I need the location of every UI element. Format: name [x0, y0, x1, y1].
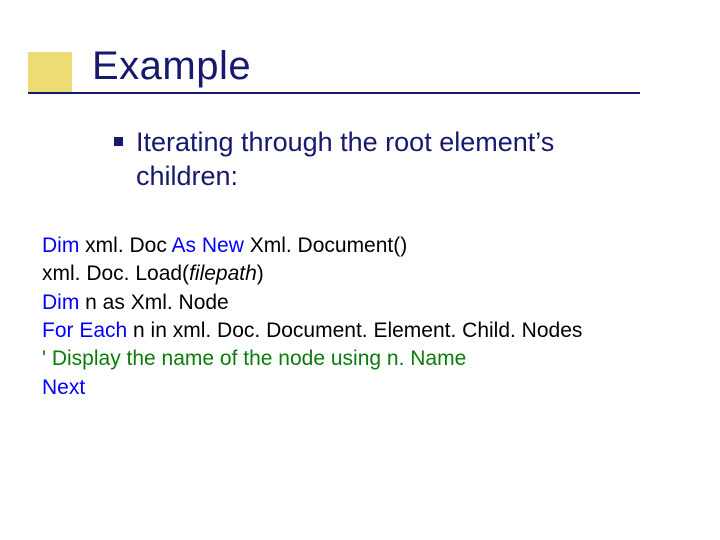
keyword: Next — [42, 376, 85, 399]
keyword: As New — [172, 234, 244, 257]
code-line-3: Dim n as Xml. Node — [42, 289, 672, 317]
code-text: xml. Doc — [79, 234, 171, 257]
code-comment: ' Display the name of the node using n. … — [42, 347, 466, 370]
title-underline — [28, 92, 640, 94]
keyword: Dim — [42, 234, 79, 257]
code-text: n in xml. Doc. Document. Element. Child.… — [127, 319, 582, 342]
keyword: For Each — [42, 319, 127, 342]
bullet-text: Iterating through the root element’s chi… — [136, 126, 656, 194]
code-block: Dim xml. Doc As New Xml. Document() xml.… — [42, 232, 672, 402]
bullet-item: Iterating through the root element’s chi… — [136, 126, 656, 194]
code-line-5: ' Display the name of the node using n. … — [42, 345, 672, 373]
code-line-2: xml. Doc. Load(filepath) — [42, 260, 672, 288]
keyword: Dim — [42, 291, 79, 314]
code-text: xml. Doc. Load( — [42, 262, 189, 285]
code-text: ) — [257, 262, 264, 285]
title-accent-box — [28, 52, 72, 94]
slide: Example Iterating through the root eleme… — [0, 0, 720, 540]
slide-title: Example — [92, 44, 251, 89]
square-bullet-icon — [114, 137, 123, 146]
code-line-4: For Each n in xml. Doc. Document. Elemen… — [42, 317, 672, 345]
code-line-1: Dim xml. Doc As New Xml. Document() — [42, 232, 672, 260]
code-text: Xml. Document() — [244, 234, 407, 257]
code-param: filepath — [189, 262, 257, 285]
code-text: n as Xml. Node — [79, 291, 228, 314]
code-line-6: Next — [42, 374, 672, 402]
